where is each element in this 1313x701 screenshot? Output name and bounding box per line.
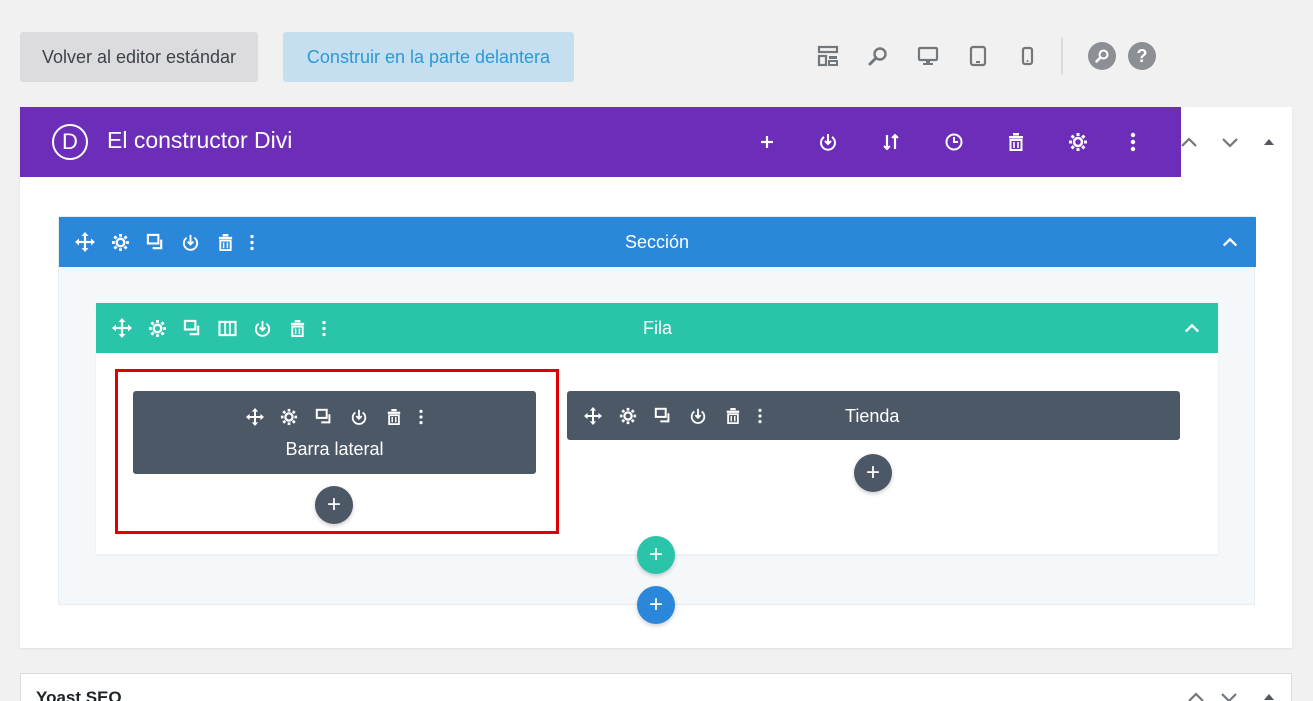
more-options-icon[interactable] bbox=[240, 230, 264, 254]
more-options-icon[interactable] bbox=[312, 316, 336, 340]
toolbar-divider bbox=[1061, 37, 1063, 75]
delete-icon[interactable] bbox=[285, 316, 309, 340]
duplicate-icon[interactable] bbox=[143, 230, 167, 254]
add-row-button[interactable]: + bbox=[637, 536, 675, 574]
collapse-row-icon[interactable] bbox=[1180, 316, 1204, 340]
row-header[interactable]: Fila bbox=[96, 303, 1218, 353]
save-to-library-icon[interactable] bbox=[250, 316, 274, 340]
collapse-panel-icon[interactable] bbox=[1258, 686, 1280, 701]
add-module-button[interactable]: + bbox=[854, 454, 892, 492]
more-options-icon[interactable] bbox=[1120, 129, 1146, 155]
zoom-view-icon[interactable] bbox=[865, 43, 891, 69]
help-icon[interactable]: ? bbox=[1128, 42, 1156, 70]
move-up-icon[interactable] bbox=[1178, 131, 1200, 153]
section-title: Sección bbox=[625, 232, 690, 252]
frontend-builder-button[interactable]: Construir en la parte delantera bbox=[283, 32, 574, 82]
divi-logo: D bbox=[52, 124, 88, 160]
move-icon[interactable] bbox=[581, 404, 605, 428]
tablet-view-icon[interactable] bbox=[965, 43, 991, 69]
history-icon[interactable] bbox=[941, 129, 967, 155]
phone-view-icon[interactable] bbox=[1014, 43, 1040, 69]
more-options-icon[interactable] bbox=[748, 404, 772, 428]
add-section-button[interactable]: + bbox=[637, 586, 675, 624]
settings-gear-icon[interactable] bbox=[108, 230, 132, 254]
module-shop[interactable]: Tienda bbox=[567, 391, 1180, 440]
yoast-seo-panel: Yoast SEO bbox=[20, 673, 1292, 701]
move-icon[interactable] bbox=[110, 316, 134, 340]
settings-gear-icon[interactable] bbox=[616, 404, 640, 428]
add-module-button[interactable]: + bbox=[315, 486, 353, 524]
move-down-icon[interactable] bbox=[1219, 131, 1241, 153]
save-to-library-icon[interactable] bbox=[178, 230, 202, 254]
duplicate-icon[interactable] bbox=[651, 404, 675, 428]
duplicate-icon[interactable] bbox=[180, 316, 204, 340]
yoast-title: Yoast SEO bbox=[36, 688, 122, 701]
desktop-view-icon[interactable] bbox=[915, 43, 941, 69]
delete-icon[interactable] bbox=[721, 404, 745, 428]
delete-icon[interactable] bbox=[213, 230, 237, 254]
move-down-icon[interactable] bbox=[1218, 686, 1240, 701]
save-to-library-icon[interactable] bbox=[686, 404, 710, 428]
builder-header: D El constructor Divi bbox=[20, 107, 1181, 177]
module-title: Tienda bbox=[845, 406, 900, 426]
collapse-panel-icon[interactable] bbox=[1258, 131, 1280, 153]
clear-layout-icon[interactable] bbox=[1003, 129, 1029, 155]
builder-title: El constructor Divi bbox=[107, 127, 293, 153]
add-layout-icon[interactable] bbox=[754, 129, 780, 155]
settings-gear-icon[interactable] bbox=[145, 316, 169, 340]
row-title: Fila bbox=[643, 318, 673, 338]
move-up-icon[interactable] bbox=[1185, 686, 1207, 701]
save-to-library-icon[interactable] bbox=[815, 129, 841, 155]
move-icon[interactable] bbox=[73, 230, 97, 254]
wireframe-view-icon[interactable] bbox=[815, 43, 841, 69]
section-header[interactable]: Sección bbox=[59, 217, 1256, 267]
columns-icon[interactable] bbox=[215, 316, 239, 340]
top-toolbar: Volver al editor estándar Construir en l… bbox=[0, 0, 1313, 107]
portability-icon[interactable] bbox=[878, 129, 904, 155]
search-icon[interactable] bbox=[1088, 42, 1116, 70]
standard-editor-button[interactable]: Volver al editor estándar bbox=[20, 32, 258, 82]
collapse-section-icon[interactable] bbox=[1218, 230, 1242, 254]
settings-gear-icon[interactable] bbox=[1065, 129, 1091, 155]
